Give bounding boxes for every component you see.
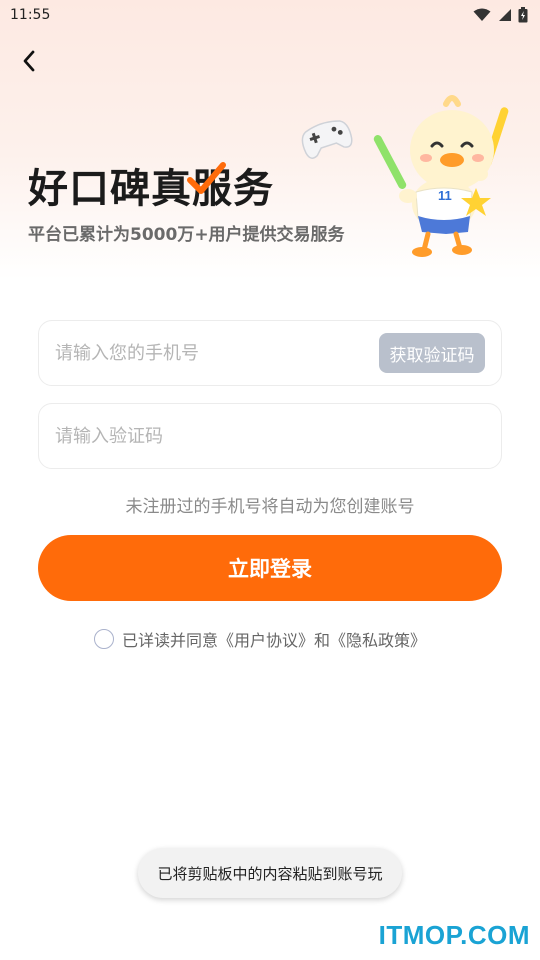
mascot-badge: 11 <box>438 188 452 203</box>
phone-input[interactable] <box>55 321 375 385</box>
wifi-icon <box>473 8 491 21</box>
check-mark-icon <box>187 162 226 194</box>
mascot-duck-image: 11 <box>373 95 509 257</box>
phone-field: 获取验证码 <box>38 320 502 386</box>
agreement-text[interactable]: 已详读并同意《用户协议》和《隐私政策》 <box>122 627 426 651</box>
status-bar: 11:55 <box>0 0 540 30</box>
clipboard-toast: 已将剪贴板中的内容粘贴到账号玩 <box>138 848 402 898</box>
code-field <box>38 403 502 469</box>
signal-icon <box>499 9 511 21</box>
hero-title: 好口碑真服务 <box>28 166 274 212</box>
login-button[interactable]: 立即登录 <box>38 535 502 601</box>
get-code-button[interactable]: 获取验证码 <box>379 333 485 373</box>
battery-icon <box>518 7 528 23</box>
auto-register-hint: 未注册过的手机号将自动为您创建账号 <box>125 497 415 517</box>
hero-subtitle: 平台已累计为5000万+用户提供交易服务 <box>28 225 345 245</box>
agreement-checkbox[interactable] <box>94 629 114 649</box>
status-time: 11:55 <box>10 7 51 23</box>
code-input[interactable] <box>55 404 375 468</box>
watermark-logo: ITMOP.COM <box>378 920 530 950</box>
gamepad-icon <box>301 120 353 159</box>
back-button[interactable] <box>12 44 46 78</box>
chevron-left-icon <box>23 50 35 72</box>
status-icons <box>473 7 528 23</box>
agreement-row: 已详读并同意《用户协议》和《隐私政策》 <box>94 626 426 652</box>
